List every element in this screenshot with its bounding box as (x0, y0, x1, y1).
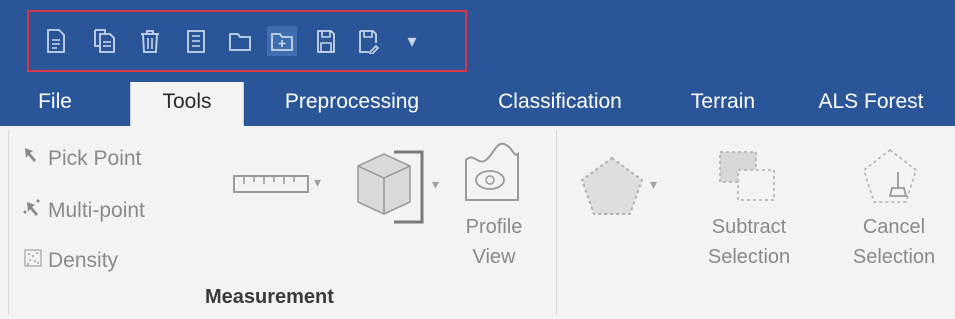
cube-dropdown-icon[interactable]: ▾ (432, 176, 439, 193)
cube-measure-icon[interactable] (350, 144, 430, 233)
multi-point-icon (22, 197, 48, 225)
tab-tools[interactable]: Tools (130, 82, 244, 128)
copy-file-icon[interactable] (89, 26, 119, 56)
customize-dropdown-icon[interactable]: ▾ (397, 26, 427, 56)
ruler-icon[interactable] (232, 172, 312, 201)
group-divider (556, 130, 557, 315)
cancel-selection-label-line1: Cancel (862, 216, 926, 238)
multi-point-label: Multi-point (48, 199, 145, 222)
density-button[interactable]: Density (22, 244, 118, 278)
new-file-icon[interactable] (41, 26, 71, 56)
polygon-select-icon[interactable] (574, 152, 650, 227)
title-bar: ▾ (0, 0, 955, 82)
tab-als-forest[interactable]: ALS Forest (796, 82, 946, 126)
subtract-selection-label-line1: Subtract (711, 216, 787, 238)
save-icon[interactable] (311, 26, 341, 56)
ribbon-panel: Pick Point Multi-point Density ▾ ▾ Profi… (0, 126, 955, 319)
subtract-selection-label-line2: Selection (707, 246, 791, 268)
delete-icon[interactable] (135, 26, 165, 56)
save-as-icon[interactable] (353, 26, 383, 56)
pick-point-button[interactable]: Pick Point (22, 142, 141, 176)
tab-terrain[interactable]: Terrain (668, 82, 778, 126)
tab-file[interactable]: File (20, 82, 90, 126)
multi-point-button[interactable]: Multi-point (22, 194, 145, 228)
subtract-selection-icon[interactable] (712, 146, 782, 217)
tab-classification[interactable]: Classification (470, 82, 650, 126)
cancel-selection-label: Cancel Selection (838, 212, 950, 272)
measurement-group-title: Measurement (205, 286, 334, 308)
group-divider (8, 130, 9, 315)
pick-point-icon (22, 145, 48, 173)
cancel-selection-label-line2: Selection (852, 246, 936, 268)
profile-view-label: Profile View (448, 212, 540, 272)
subtract-selection-label: Subtract Selection (694, 212, 804, 272)
profile-view-label-line1: Profile (465, 216, 523, 238)
pick-point-label: Pick Point (48, 147, 142, 170)
profile-view-label-line2: View (472, 246, 516, 268)
density-icon (22, 247, 48, 275)
tab-preprocessing[interactable]: Preprocessing (258, 82, 446, 126)
document-list-icon[interactable] (181, 26, 211, 56)
ruler-dropdown-icon[interactable]: ▾ (314, 174, 321, 191)
polygon-dropdown-icon[interactable]: ▾ (650, 176, 657, 193)
folder-add-icon[interactable] (267, 26, 297, 56)
quick-access-toolbar-highlight: ▾ (27, 10, 467, 72)
ribbon-tab-bar: File Tools Preprocessing Classification … (0, 82, 955, 128)
density-label: Density (48, 249, 119, 272)
folder-icon[interactable] (225, 26, 255, 56)
profile-view-icon[interactable] (458, 140, 528, 211)
cancel-selection-icon[interactable] (858, 144, 922, 217)
